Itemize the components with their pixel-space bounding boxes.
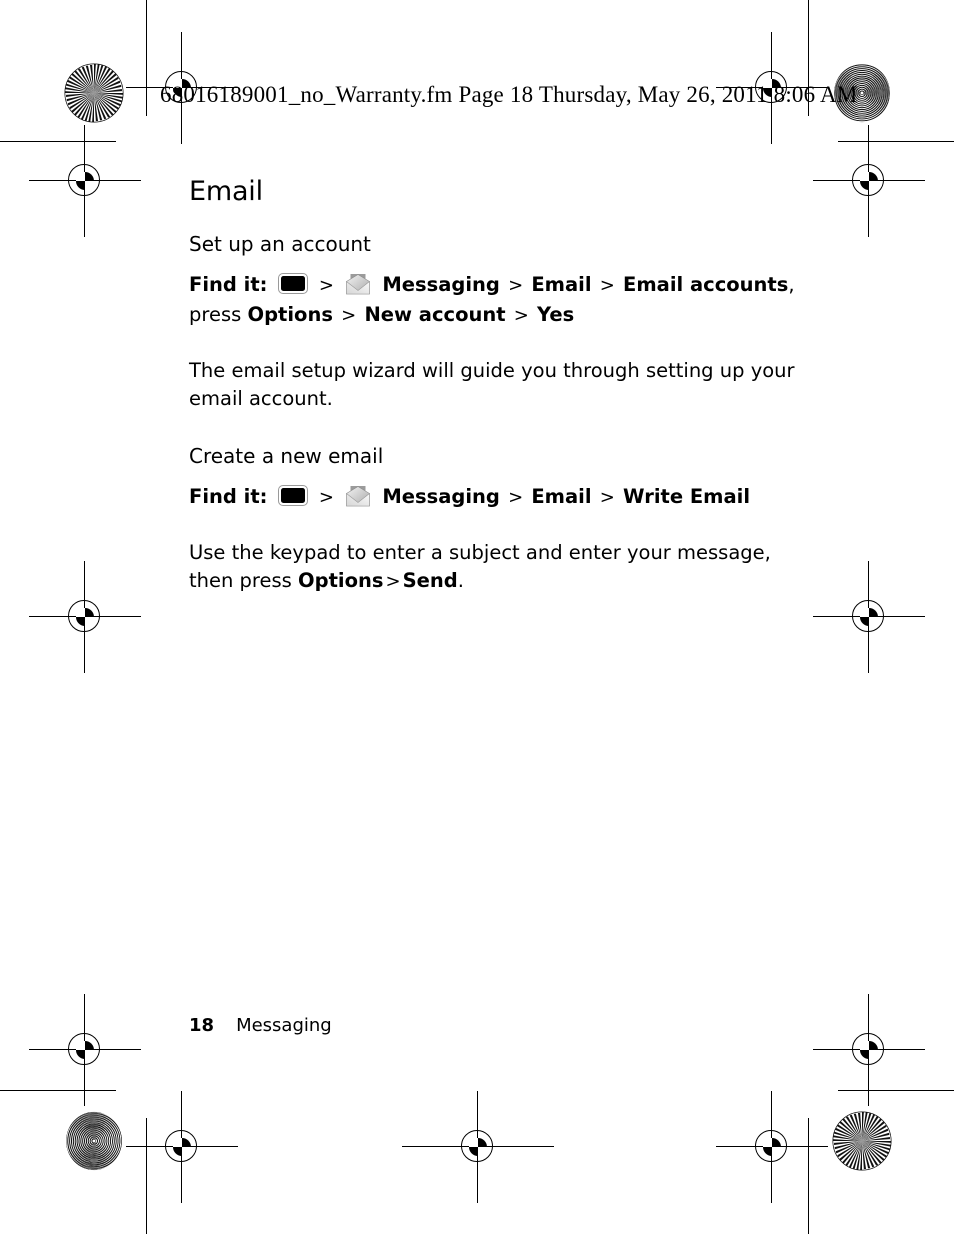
- crop-line-right-bottom-horizontal: [838, 1090, 954, 1091]
- footer-section-name: Messaging: [236, 1015, 332, 1036]
- messaging-envelope-icon: [346, 274, 370, 295]
- path-separator: >: [508, 275, 524, 296]
- section-heading-create-a-new-email: Create a new email: [189, 444, 384, 468]
- crop-line-bottom-left-vertical: [146, 1118, 147, 1234]
- path-separator: >: [318, 275, 334, 296]
- find-it-path-create-a-new-email: Find it: > Messaging > Email > Write Ema…: [189, 482, 799, 512]
- body-text-lead: Use the keypad to enter a subject and en…: [189, 541, 771, 592]
- messaging-envelope-icon: [346, 486, 370, 507]
- path-item-messaging: Messaging: [382, 273, 500, 296]
- body-paragraph-setup-wizard: The email setup wizard will guide you th…: [189, 359, 795, 410]
- find-it-label: Find it:: [189, 485, 268, 508]
- find-it-label: Find it:: [189, 273, 268, 296]
- section-heading-set-up-an-account: Set up an account: [189, 232, 371, 256]
- page-title: Email: [189, 176, 263, 207]
- path-item-write-email: Write Email: [623, 485, 751, 508]
- crop-line-top-left-vertical: [146, 0, 147, 116]
- starburst-patch-bottom-right: [832, 1111, 892, 1171]
- crop-line-left-bottom-horizontal: [0, 1090, 116, 1091]
- moire-patch-bottom-left: [66, 1111, 122, 1171]
- path-separator: >: [341, 305, 357, 326]
- press-path-item-yes: Yes: [537, 303, 575, 326]
- path-item-email: Email: [531, 485, 592, 508]
- path-separator: >: [513, 305, 529, 326]
- path-item-email: Email: [531, 273, 592, 296]
- path-item-messaging: Messaging: [382, 485, 500, 508]
- find-it-path-set-up-an-account: Find it: > Messaging > Email > Email acc…: [189, 270, 799, 330]
- path-separator: >: [385, 571, 401, 592]
- path-item-email-accounts: Email accounts: [623, 273, 789, 296]
- press-path-item-options: Options: [247, 303, 333, 326]
- center-select-key-icon: [277, 273, 308, 294]
- path-trailing-comma: ,: [788, 273, 795, 296]
- document-content: Email Set up an account Find it: > Messa…: [189, 176, 799, 596]
- path-separator: >: [599, 487, 615, 508]
- fm-page-header-text: 68016189001_no_Warranty.fm Page 18 Thurs…: [160, 82, 858, 107]
- press-path-item-new-account: New account: [364, 303, 506, 326]
- body-text-tail: .: [457, 569, 464, 592]
- starburst-patch-top-left: [64, 63, 124, 123]
- path-separator: >: [508, 487, 524, 508]
- press-label: press: [189, 303, 242, 326]
- body-bold-send: Send: [402, 569, 458, 592]
- body-bold-options: Options: [298, 569, 384, 592]
- crop-line-left-top-horizontal: [0, 141, 116, 142]
- footer-page-number: 18: [189, 1015, 215, 1036]
- page-footer: 18 Messaging: [189, 1015, 332, 1036]
- path-separator: >: [318, 487, 334, 508]
- crop-line-bottom-right-vertical: [808, 1118, 809, 1234]
- center-select-key-icon: [277, 485, 308, 506]
- body-paragraph-compose-message: Use the keypad to enter a subject and en…: [189, 539, 799, 596]
- crop-line-right-top-horizontal: [838, 141, 954, 142]
- path-separator: >: [599, 275, 615, 296]
